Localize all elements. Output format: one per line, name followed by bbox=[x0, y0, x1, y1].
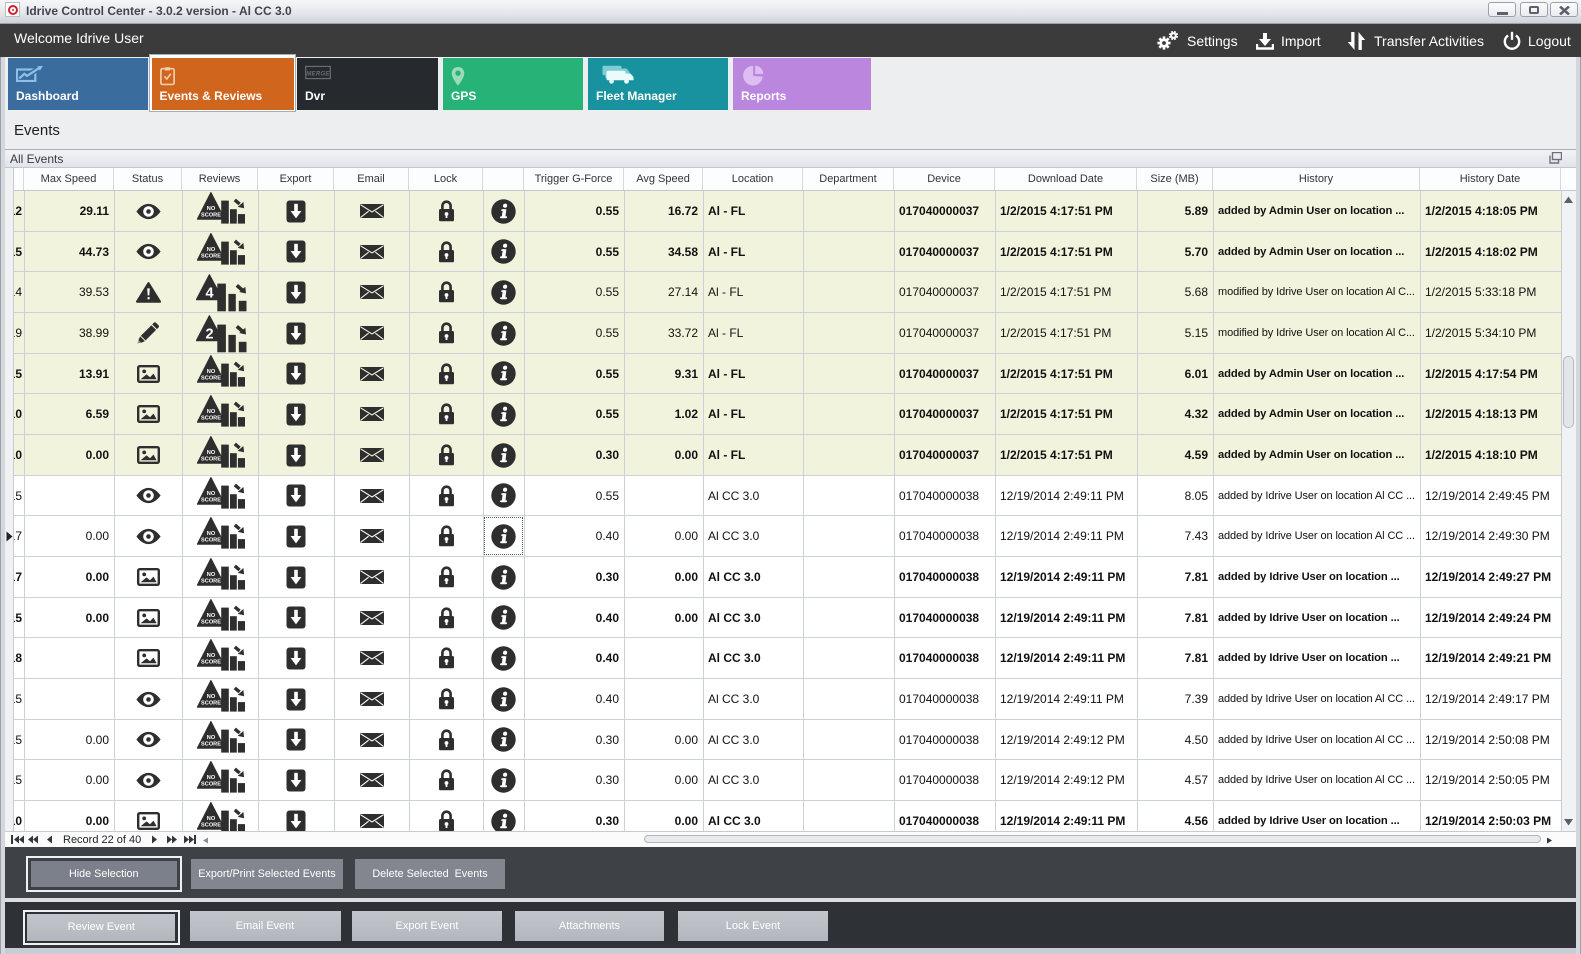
svg-text:SCORE: SCORE bbox=[201, 457, 221, 463]
svg-text:NO: NO bbox=[207, 572, 216, 578]
svg-text:NO: NO bbox=[207, 816, 216, 822]
svg-text:SCORE: SCORE bbox=[201, 742, 221, 748]
svg-text:NO: NO bbox=[207, 613, 216, 619]
svg-text:2: 2 bbox=[206, 326, 214, 342]
svg-text:NO: NO bbox=[207, 694, 216, 700]
svg-text:NO: NO bbox=[207, 369, 216, 375]
svg-text:NO: NO bbox=[207, 450, 216, 456]
svg-text:SCORE: SCORE bbox=[201, 416, 221, 422]
svg-text:SCORE: SCORE bbox=[201, 254, 221, 260]
svg-text:SCORE: SCORE bbox=[201, 213, 221, 219]
svg-text:NO: NO bbox=[207, 775, 216, 781]
svg-text:SCORE: SCORE bbox=[201, 498, 221, 504]
svg-text:NO: NO bbox=[207, 531, 216, 537]
svg-text:SCORE: SCORE bbox=[201, 376, 221, 382]
svg-text:SCORE: SCORE bbox=[201, 579, 221, 585]
svg-text:SCORE: SCORE bbox=[201, 701, 221, 707]
svg-text:SCORE: SCORE bbox=[201, 823, 221, 829]
svg-text:4: 4 bbox=[206, 285, 214, 301]
svg-text:NO: NO bbox=[207, 247, 216, 253]
svg-text:NO: NO bbox=[207, 491, 216, 497]
svg-text:NO: NO bbox=[207, 653, 216, 659]
svg-text:SCORE: SCORE bbox=[201, 660, 221, 666]
svg-text:NO: NO bbox=[207, 735, 216, 741]
svg-text:SCORE: SCORE bbox=[201, 620, 221, 626]
svg-text:SCORE: SCORE bbox=[201, 782, 221, 788]
svg-text:SCORE: SCORE bbox=[201, 538, 221, 544]
svg-text:NO: NO bbox=[207, 409, 216, 415]
svg-text:NO: NO bbox=[207, 206, 216, 212]
svg-text:MERGE: MERGE bbox=[306, 71, 330, 77]
